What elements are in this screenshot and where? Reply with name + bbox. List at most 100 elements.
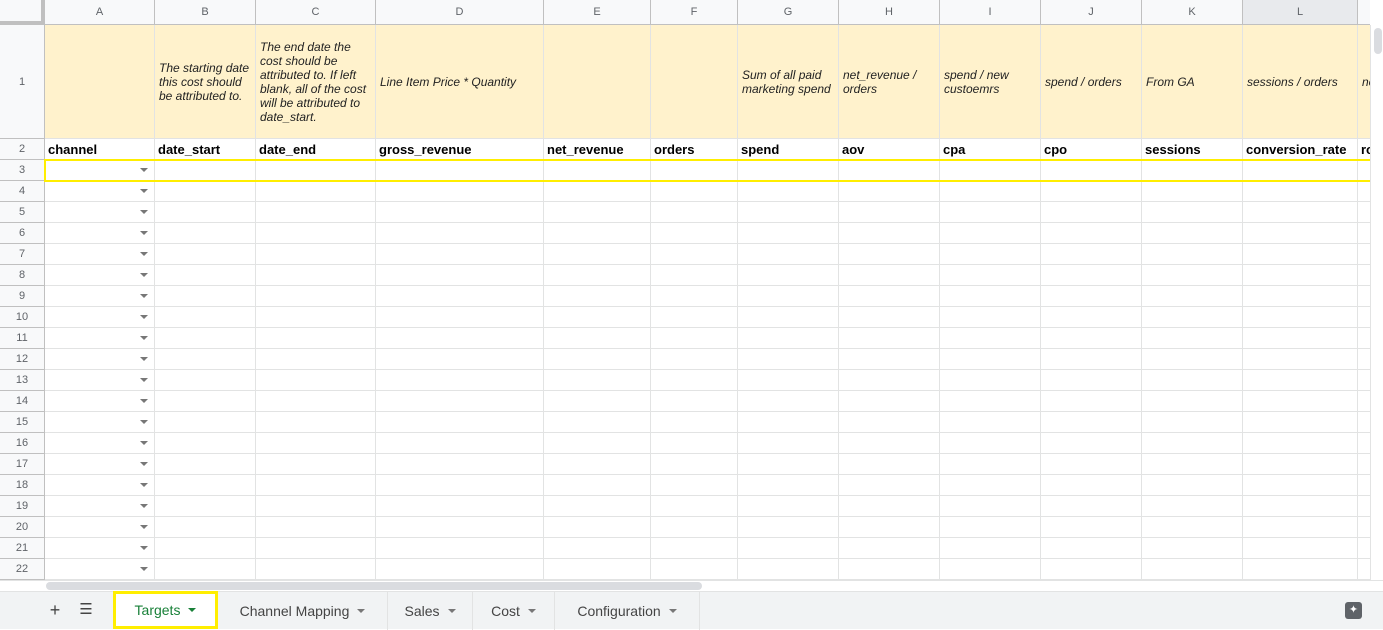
cell[interactable] xyxy=(1142,538,1243,559)
cell[interactable] xyxy=(738,496,839,517)
dropdown-arrow-icon[interactable] xyxy=(140,399,148,403)
cell[interactable] xyxy=(651,475,738,496)
cell[interactable] xyxy=(940,202,1041,223)
cell[interactable] xyxy=(544,412,651,433)
cell[interactable] xyxy=(839,475,940,496)
cell[interactable] xyxy=(1243,286,1358,307)
dropdown-arrow-icon[interactable] xyxy=(140,210,148,214)
cell[interactable] xyxy=(155,517,256,538)
cell[interactable] xyxy=(839,391,940,412)
cell[interactable] xyxy=(651,181,738,202)
cell[interactable] xyxy=(940,349,1041,370)
sheet-tab-sales[interactable]: Sales xyxy=(388,592,473,630)
cell[interactable] xyxy=(155,538,256,559)
cell[interactable] xyxy=(1243,202,1358,223)
cell[interactable] xyxy=(839,559,940,580)
cell[interactable] xyxy=(45,412,155,433)
cell[interactable] xyxy=(839,286,940,307)
cell[interactable] xyxy=(1142,454,1243,475)
cell[interactable] xyxy=(1243,496,1358,517)
row-header-7[interactable]: 7 xyxy=(0,244,45,265)
header-cell[interactable]: cpa xyxy=(940,139,1041,160)
cell[interactable] xyxy=(376,496,544,517)
cell[interactable] xyxy=(1142,517,1243,538)
cell[interactable] xyxy=(940,181,1041,202)
cell[interactable] xyxy=(738,370,839,391)
cell[interactable] xyxy=(1041,202,1142,223)
cell[interactable] xyxy=(1243,559,1358,580)
cell[interactable] xyxy=(738,328,839,349)
cell[interactable] xyxy=(155,349,256,370)
cell[interactable] xyxy=(1041,328,1142,349)
cell[interactable] xyxy=(155,370,256,391)
note-cell[interactable] xyxy=(45,25,155,139)
cell[interactable] xyxy=(1358,349,1370,370)
cell[interactable] xyxy=(45,244,155,265)
dropdown-arrow-icon[interactable] xyxy=(140,168,148,172)
cell[interactable] xyxy=(45,454,155,475)
cell[interactable] xyxy=(1358,286,1370,307)
cell[interactable] xyxy=(155,433,256,454)
cell[interactable] xyxy=(544,433,651,454)
row-header-9[interactable]: 9 xyxy=(0,286,45,307)
cell[interactable] xyxy=(544,496,651,517)
cell[interactable] xyxy=(544,517,651,538)
row-header-12[interactable]: 12 xyxy=(0,349,45,370)
cell[interactable] xyxy=(544,286,651,307)
cell[interactable] xyxy=(839,412,940,433)
cell[interactable] xyxy=(1243,454,1358,475)
chevron-down-icon[interactable] xyxy=(357,609,366,613)
cell[interactable] xyxy=(256,181,376,202)
cell[interactable] xyxy=(1358,475,1370,496)
cell[interactable] xyxy=(45,559,155,580)
cell[interactable] xyxy=(256,454,376,475)
cell[interactable] xyxy=(376,538,544,559)
cell[interactable] xyxy=(45,160,155,181)
cell[interactable] xyxy=(256,160,376,181)
cell[interactable] xyxy=(155,559,256,580)
row-header-13[interactable]: 13 xyxy=(0,370,45,391)
cell[interactable] xyxy=(256,538,376,559)
column-header-F[interactable]: F xyxy=(651,0,738,25)
row-header-5[interactable]: 5 xyxy=(0,202,45,223)
cell[interactable] xyxy=(940,412,1041,433)
cell[interactable] xyxy=(1041,181,1142,202)
cell[interactable] xyxy=(1041,265,1142,286)
cell[interactable] xyxy=(651,160,738,181)
cell[interactable] xyxy=(544,265,651,286)
cell[interactable] xyxy=(940,370,1041,391)
row-header-19[interactable]: 19 xyxy=(0,496,45,517)
chevron-down-icon[interactable] xyxy=(668,609,677,613)
column-header-I[interactable]: I xyxy=(940,0,1041,25)
cell[interactable] xyxy=(544,370,651,391)
cell[interactable] xyxy=(738,538,839,559)
cell[interactable] xyxy=(738,307,839,328)
cell[interactable] xyxy=(155,265,256,286)
cell[interactable] xyxy=(256,244,376,265)
column-header-E[interactable]: E xyxy=(544,0,651,25)
cell[interactable] xyxy=(940,538,1041,559)
dropdown-arrow-icon[interactable] xyxy=(140,273,148,277)
cell[interactable] xyxy=(1358,223,1370,244)
horizontal-scroll-thumb[interactable] xyxy=(46,582,702,590)
cell[interactable] xyxy=(1041,286,1142,307)
dropdown-arrow-icon[interactable] xyxy=(140,462,148,466)
cell[interactable] xyxy=(45,496,155,517)
note-cell[interactable]: net_revenue / orders xyxy=(839,25,940,139)
row-header-21[interactable]: 21 xyxy=(0,538,45,559)
cell[interactable] xyxy=(256,328,376,349)
row-header-14[interactable]: 14 xyxy=(0,391,45,412)
dropdown-arrow-icon[interactable] xyxy=(140,189,148,193)
cell[interactable] xyxy=(256,370,376,391)
note-cell[interactable] xyxy=(544,25,651,139)
cell[interactable] xyxy=(738,160,839,181)
cell[interactable] xyxy=(1142,433,1243,454)
cell[interactable] xyxy=(155,391,256,412)
cell[interactable] xyxy=(1243,391,1358,412)
cell[interactable] xyxy=(1041,559,1142,580)
cell[interactable] xyxy=(1243,475,1358,496)
cell[interactable] xyxy=(1041,160,1142,181)
cell[interactable] xyxy=(155,412,256,433)
header-cell[interactable]: gross_revenue xyxy=(376,139,544,160)
list-icon[interactable]: ☰ xyxy=(76,600,96,620)
